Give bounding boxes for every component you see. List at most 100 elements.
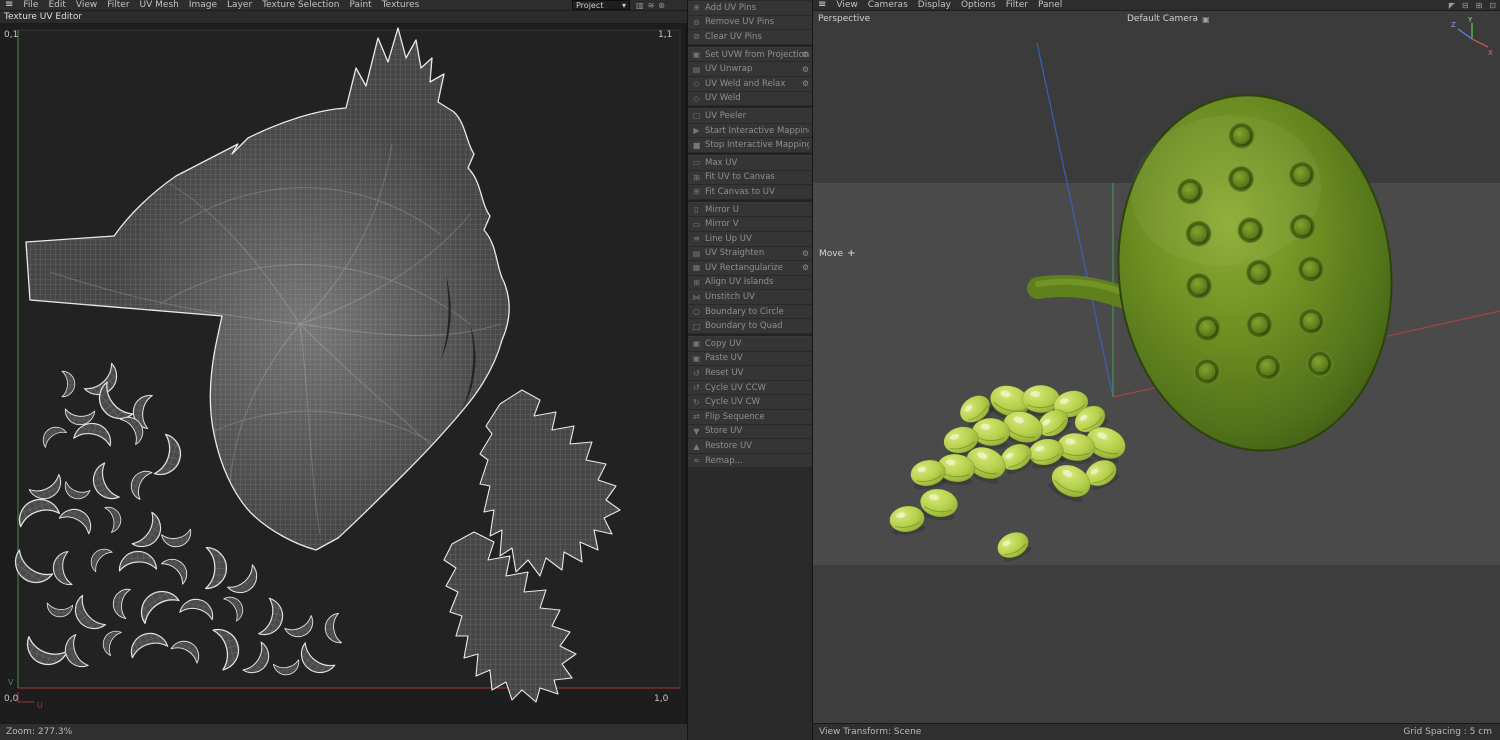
menu-cameras[interactable]: Cameras <box>863 0 913 11</box>
uv-command-fit-canvas-to-uv[interactable]: ⊞ Fit Canvas to UV <box>688 185 812 200</box>
menu-layer[interactable]: Layer <box>222 0 257 11</box>
uv-command-boundary-to-circle[interactable]: ○ Boundary to Circle <box>688 304 812 320</box>
uv-command-uv-weld-and-relax[interactable]: ◇ UV Weld and Relax ⚙ <box>688 76 812 92</box>
viewport-canvas-svg[interactable] <box>813 11 1500 723</box>
uv-command-copy-uv[interactable]: ▣ Copy UV <box>688 337 812 352</box>
select-arrow-icon[interactable]: ◤ <box>1449 1 1455 10</box>
menu-uv-mesh[interactable]: UV Mesh <box>135 0 184 11</box>
uv-command-align-uv-islands[interactable]: ⊞ Align UV Islands <box>688 275 812 291</box>
uv-command-restore-uv[interactable]: ▲ Restore UV <box>688 439 812 454</box>
uv-command-reset-uv[interactable]: ↺ Reset UV <box>688 366 812 381</box>
uv-command-label: UV Straighten <box>705 248 765 259</box>
uv-command-label: Align UV Islands <box>705 277 774 288</box>
menu-filter[interactable]: Filter <box>1001 0 1033 11</box>
move-cross-icon: + <box>847 248 856 259</box>
uv-peeler-icon: ▢ <box>692 111 701 121</box>
command-options-gear-icon[interactable]: ⚙ <box>802 79 809 88</box>
layout-grid-icon[interactable]: ⊞ <box>1476 1 1483 10</box>
projection-label[interactable]: Perspective <box>818 14 870 24</box>
menu-panel[interactable]: Panel <box>1033 0 1067 11</box>
uv-weld-icon: ◇ <box>693 93 700 103</box>
uv-command-uv-peeler[interactable]: ▢ UV Peeler <box>688 109 812 124</box>
uv-editor-statusbar: Zoom: 277.3% <box>0 723 687 740</box>
uv-command-label: Set UVW from Projection <box>705 49 809 60</box>
uv-editor-canvas[interactable]: 0,1 1,1 0,0 1,0 V U <box>0 24 687 723</box>
uv-command-label: Cycle UV CW <box>705 397 761 408</box>
menu-textures[interactable]: Textures <box>377 0 425 11</box>
command-options-gear-icon[interactable]: ⚙ <box>802 249 809 258</box>
uv-command-label: Remove UV Pins <box>705 17 775 28</box>
menu-options[interactable]: Options <box>956 0 1001 11</box>
uv-command-clear-uv-pins[interactable]: ⊘ Clear UV Pins <box>688 30 812 45</box>
histogram-icon[interactable]: ▥ <box>636 1 644 10</box>
uv-corner-label-01: 0,1 <box>4 30 18 40</box>
viewport-menu-hamburger-icon[interactable]: ≡ <box>813 0 831 10</box>
uv-axis-u-label: U <box>37 701 43 710</box>
uv-command-set-uvw-from-projection[interactable]: ▣ Set UVW from Projection ⚙ <box>688 47 812 63</box>
uv-command-label: Restore UV <box>705 441 752 452</box>
menu-display[interactable]: Display <box>913 0 956 11</box>
uv-command-uv-rectangularize[interactable]: ▦ UV Rectangularize ⚙ <box>688 261 812 276</box>
menu-texture-selection[interactable]: Texture Selection <box>257 0 344 11</box>
uv-command-label: Line Up UV <box>705 233 752 244</box>
uv-canvas-svg[interactable]: 0,1 1,1 0,0 1,0 V U <box>0 24 687 723</box>
panel-menu-hamburger-icon[interactable]: ≡ <box>0 0 18 10</box>
uv-command-boundary-to-quad[interactable]: □ Boundary to Quad <box>688 319 812 335</box>
menu-paint[interactable]: Paint <box>344 0 376 11</box>
menu-filter[interactable]: Filter <box>102 0 134 11</box>
orientation-gizmo[interactable]: Y X Z <box>1450 15 1494 59</box>
uv-command-flip-sequence[interactable]: ⇄ Flip Sequence <box>688 410 812 425</box>
boundary-to-quad-icon: □ <box>692 321 701 331</box>
dock-icon[interactable]: ⊟ <box>1462 1 1469 10</box>
lotus-pod-stem[interactable] <box>1027 275 1136 309</box>
command-options-gear-icon[interactable]: ⚙ <box>802 65 809 74</box>
command-options-gear-icon[interactable]: ⚙ <box>802 50 809 59</box>
uv-command-paste-uv[interactable]: ▣ Paste UV <box>688 351 812 367</box>
uv-command-unstitch-uv[interactable]: ⋈ Unstitch UV <box>688 290 812 305</box>
paste-uv-icon: ▣ <box>692 353 701 363</box>
uv-command-start-interactive-mapping[interactable]: ▶ Start Interactive Mapping <box>688 123 812 139</box>
gizmo-z-label: Z <box>1451 21 1456 29</box>
pan-hand-icon[interactable]: ⊛ <box>658 1 665 10</box>
menu-edit[interactable]: Edit <box>43 0 70 11</box>
uv-command-uv-unwrap[interactable]: ▤ UV Unwrap ⚙ <box>688 62 812 77</box>
tool-name: Move <box>819 248 844 259</box>
uv-command-fit-uv-to-canvas[interactable]: ⊞ Fit UV to Canvas <box>688 170 812 186</box>
perspective-viewport[interactable]: Perspective Default Camera ▣ Move + Y X … <box>813 11 1500 723</box>
project-dropdown[interactable]: Project ▾ <box>572 0 630 10</box>
uv-command-stop-interactive-mapping[interactable]: ■ Stop Interactive Mapping <box>688 138 812 153</box>
menu-file[interactable]: File <box>18 0 43 11</box>
uv-command-mirror-v[interactable]: ▭ Mirror V <box>688 217 812 232</box>
uv-command-line-up-uv[interactable]: ≡ Line Up UV <box>688 231 812 247</box>
uv-command-label: Start Interactive Mapping <box>705 125 809 136</box>
camera-label[interactable]: Default Camera ▣ <box>1127 14 1210 24</box>
command-options-gear-icon[interactable]: ⚙ <box>802 263 809 272</box>
menu-image[interactable]: Image <box>184 0 222 11</box>
mirror-v-icon: ▭ <box>692 219 701 229</box>
uv-command-remap[interactable]: ≈ Remap... <box>688 453 812 469</box>
chevron-down-icon: ▾ <box>621 0 626 10</box>
uv-command-cycle-uv-ccw[interactable]: ↺ Cycle UV CCW <box>688 380 812 396</box>
uv-command-mirror-u[interactable]: ▯ Mirror U <box>688 202 812 218</box>
stop-interactive-mapping-icon: ■ <box>692 140 701 150</box>
uv-command-label: Mirror U <box>705 204 739 215</box>
gizmo-y-label: Y <box>1467 16 1473 24</box>
uv-rectangularize-icon: ▦ <box>692 263 701 273</box>
reset-uv-icon: ↺ <box>693 368 700 378</box>
float-window-icon[interactable]: ⊡ <box>1489 1 1496 10</box>
camera-swap-icon[interactable]: ▣ <box>1202 15 1210 24</box>
uv-command-store-uv[interactable]: ▼ Store UV <box>688 424 812 440</box>
uv-command-uv-straighten[interactable]: ▤ UV Straighten ⚙ <box>688 246 812 262</box>
uv-command-label: Paste UV <box>705 353 743 364</box>
uv-command-cycle-uv-cw[interactable]: ↻ Cycle UV CW <box>688 395 812 411</box>
uv-command-add-uv-pins[interactable]: ⊕ Add UV Pins <box>688 1 812 16</box>
uv-command-remove-uv-pins[interactable]: ⊖ Remove UV Pins <box>688 15 812 31</box>
layer-stack-icon[interactable]: ≋ <box>648 1 655 10</box>
menu-view[interactable]: View <box>831 0 862 11</box>
uv-command-max-uv[interactable]: ▭ Max UV <box>688 155 812 171</box>
restore-uv-icon: ▲ <box>693 441 700 451</box>
uv-command-label: Store UV <box>705 426 743 437</box>
uv-command-uv-weld[interactable]: ◇ UV Weld <box>688 91 812 107</box>
menu-view[interactable]: View <box>71 0 102 11</box>
uv-editor-menubar: ≡ File Edit View Filter UV Mesh Image Layer Tex… <box>0 0 687 11</box>
